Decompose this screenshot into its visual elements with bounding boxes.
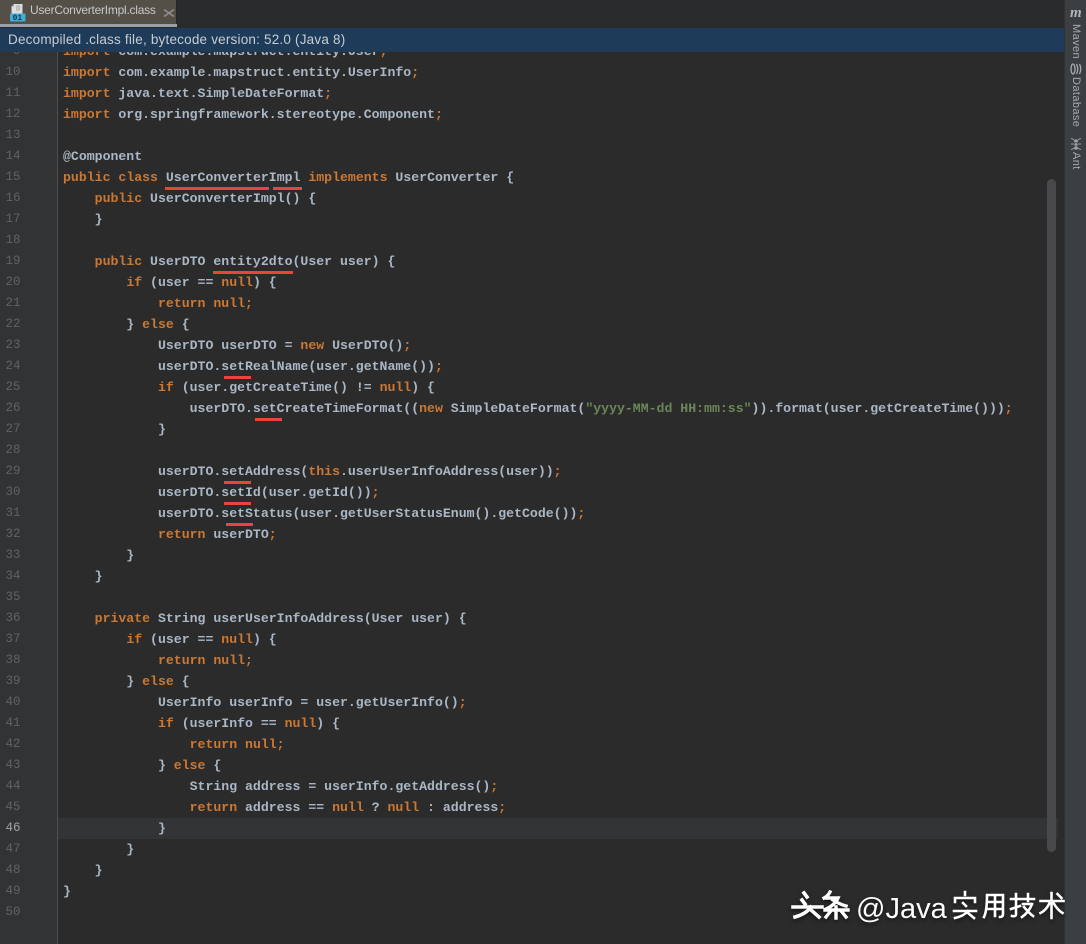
svg-text:01: 01 xyxy=(13,14,23,22)
svg-text:@Java: @Java xyxy=(856,893,948,925)
